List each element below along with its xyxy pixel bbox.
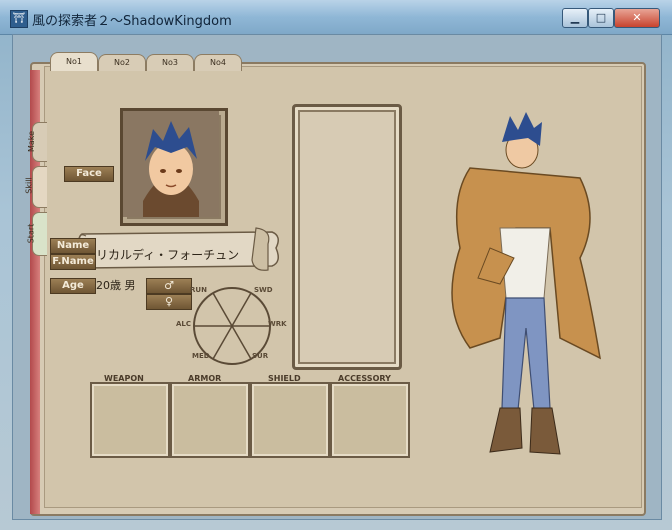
maximize-button[interactable]: □ [588, 8, 614, 28]
side-tab-start-label: Start [26, 223, 36, 244]
name-button[interactable]: Name [50, 238, 96, 254]
male-button[interactable]: ♂ [146, 278, 192, 294]
side-tab-skill-label: Skill [24, 177, 34, 194]
minimize-button[interactable]: ▁ [562, 8, 588, 28]
tab-no2[interactable]: No2 [98, 54, 146, 71]
info-frame [292, 104, 402, 370]
shield-slot[interactable] [250, 382, 330, 458]
side-tab-start[interactable]: Start [26, 212, 47, 256]
radar-label-wrk: WRK [268, 320, 287, 328]
radar-label-sur: SUR [252, 352, 269, 360]
app-icon: ⛩ [10, 10, 28, 28]
radar-label-swd: SWD [254, 286, 273, 294]
title-bar: ⛩ 風の探索者２～ShadowKingdom ▁ □ ✕ [0, 0, 672, 35]
accessory-slot[interactable] [330, 382, 410, 458]
radar-label-med: MED [192, 352, 210, 360]
female-button[interactable]: ♀ [146, 294, 192, 310]
side-tab-make[interactable]: Make [27, 122, 47, 162]
side-tab-skill[interactable]: Skill [25, 166, 47, 208]
radar-label-run: RUN [190, 286, 207, 294]
fname-button[interactable]: F.Name [50, 254, 96, 270]
age-gender-text: 20歳 男 [96, 279, 136, 292]
character-name: リカルディ・フォーチュン [96, 248, 240, 262]
side-tab-make-label: Make [27, 130, 37, 153]
tab-no3[interactable]: No3 [146, 54, 194, 71]
tab-no4[interactable]: No4 [194, 54, 242, 71]
face-button[interactable]: Face [64, 166, 114, 182]
armor-slot[interactable] [170, 382, 250, 458]
radar-label-alc: ALC [176, 320, 192, 328]
face-illustration [123, 111, 219, 217]
weapon-slot[interactable] [90, 382, 170, 458]
close-button[interactable]: ✕ [614, 8, 660, 28]
tab-no1[interactable]: No1 [50, 52, 98, 71]
age-button[interactable]: Age [50, 278, 96, 294]
character-illustration [451, 112, 601, 455]
window-title: 風の探索者２～ShadowKingdom [32, 14, 232, 29]
character-portrait [120, 108, 228, 226]
